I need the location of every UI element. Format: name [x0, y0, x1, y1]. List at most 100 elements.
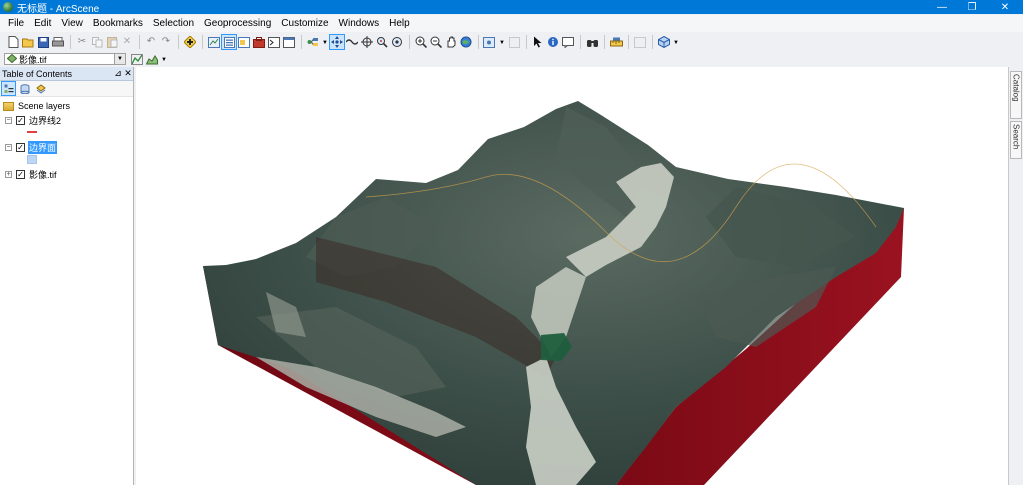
toolbar-separator: [409, 35, 410, 49]
catalog-dock-tab[interactable]: Catalog: [1010, 71, 1022, 119]
layer-selector-value: 影像.tif: [19, 54, 47, 65]
layer-selector-dropdown[interactable]: 影像.tif ▼: [4, 53, 126, 65]
find-icon[interactable]: [585, 35, 599, 49]
layer-visibility-checkbox[interactable]: ✓: [16, 115, 25, 125]
menu-selection[interactable]: Selection: [148, 15, 199, 32]
zoom-to-target-icon[interactable]: [375, 35, 389, 49]
toolbar-overflow-chevron-icon[interactable]: ▼: [322, 38, 328, 46]
auto-hide-pin-icon[interactable]: ⊿: [113, 68, 123, 79]
toolbar-separator: [604, 35, 605, 49]
layer-visibility-checkbox[interactable]: ✓: [16, 142, 25, 152]
fly-icon[interactable]: [345, 35, 359, 49]
layer-name[interactable]: 影像.tif: [28, 168, 58, 181]
table-of-contents-icon[interactable]: [221, 34, 237, 50]
search-window-icon[interactable]: [282, 35, 296, 49]
scene-view-3d[interactable]: [136, 67, 1008, 485]
new-document-icon[interactable]: [6, 35, 20, 49]
menu-customize[interactable]: Customize: [276, 15, 333, 32]
expand-icon[interactable]: +: [5, 170, 12, 178]
python-icon[interactable]: [267, 35, 281, 49]
delete-icon[interactable]: ✕: [120, 35, 134, 49]
toolbar-separator: [580, 35, 581, 49]
scene-properties-icon[interactable]: [207, 35, 221, 49]
zoom-out-icon[interactable]: [429, 35, 443, 49]
3d-effects-icon[interactable]: [657, 35, 671, 49]
menu-geoprocessing[interactable]: Geoprocessing: [199, 15, 276, 32]
model-builder-icon[interactable]: [306, 35, 320, 49]
arctoolbox-icon[interactable]: [252, 35, 266, 49]
maximize-button[interactable]: ❐: [957, 0, 987, 14]
full-extent-icon[interactable]: [459, 35, 473, 49]
list-by-drawing-order-icon[interactable]: [1, 81, 16, 96]
save-icon[interactable]: [36, 35, 50, 49]
interpolate-line-icon[interactable]: [130, 52, 144, 66]
print-icon[interactable]: [51, 35, 65, 49]
toolbar-separator: [301, 35, 302, 49]
toolbar-separator: [478, 35, 479, 49]
toc-close-icon[interactable]: ✕: [123, 68, 133, 79]
search-dock-tab[interactable]: Search: [1010, 121, 1022, 159]
catalog-window-icon[interactable]: [237, 35, 251, 49]
catalog-tab-label: Catalog: [1011, 74, 1021, 102]
collapse-icon[interactable]: −: [5, 143, 12, 151]
menu-help[interactable]: Help: [384, 15, 415, 32]
layer-name[interactable]: 边界线2: [28, 114, 62, 127]
target-center-icon[interactable]: [360, 35, 374, 49]
layer-row-image[interactable]: + ✓ 影像.tif: [5, 168, 58, 180]
menu-view[interactable]: View: [56, 15, 88, 32]
close-button[interactable]: ✕: [987, 0, 1023, 14]
html-popup-icon[interactable]: [561, 35, 575, 49]
arcscene-globe-icon: [3, 2, 13, 12]
chevron-down-icon[interactable]: ▼: [114, 54, 125, 64]
layer-visibility-checkbox[interactable]: ✓: [16, 169, 25, 179]
arcscene-window: 无标题 - ArcScene — ❐ ✕ File Edit View Book…: [0, 0, 1023, 485]
create-profile-graph-icon[interactable]: [145, 52, 159, 66]
terrain-scene-graphic: [203, 101, 904, 485]
identify-icon[interactable]: [546, 35, 560, 49]
search-tab-label: Search: [1011, 124, 1021, 150]
redo-icon[interactable]: ↷: [159, 35, 173, 49]
menu-edit[interactable]: Edit: [29, 15, 56, 32]
undo-icon[interactable]: ↶: [144, 35, 158, 49]
list-by-source-icon[interactable]: [18, 82, 31, 95]
view-position-dropdown-icon[interactable]: ▼: [499, 38, 505, 46]
collapse-icon[interactable]: −: [5, 116, 12, 124]
view-position-icon[interactable]: [483, 35, 497, 49]
pan-icon[interactable]: [444, 35, 458, 49]
toolbar-overflow-chevron-icon[interactable]: ▼: [673, 38, 679, 46]
toc-header: Table of Contents ⊿ ✕: [0, 67, 133, 81]
measure-icon[interactable]: [609, 35, 623, 49]
scene-layers-icon: [3, 101, 14, 111]
window-title: 无标题 - ArcScene: [17, 3, 100, 15]
cut-icon[interactable]: ✂: [75, 35, 89, 49]
toolbar-separator: [526, 35, 527, 49]
layer-row-boundary-polygon[interactable]: − ✓ 边界面: [5, 140, 58, 154]
toolbar-overflow-chevron-icon[interactable]: ▼: [161, 55, 167, 63]
set-observer-icon[interactable]: [390, 35, 404, 49]
menu-file[interactable]: File: [3, 15, 29, 32]
list-by-visibility-icon[interactable]: [34, 82, 47, 95]
stereo-view-icon[interactable]: [507, 35, 521, 49]
table-of-contents-panel: Table of Contents ⊿ ✕ Scene layers − ✓ 边…: [0, 67, 134, 485]
animation-icon[interactable]: [633, 35, 647, 49]
scene-layers-label: Scene layers: [18, 101, 71, 111]
menu-windows[interactable]: Windows: [334, 15, 385, 32]
paste-icon[interactable]: [105, 35, 119, 49]
standard-toolbar: ✂ ✕ ↶ ↷ ▼ ▼ ▼: [0, 33, 1023, 51]
scene-layers-root[interactable]: Scene layers: [0, 100, 71, 112]
menu-bookmarks[interactable]: Bookmarks: [88, 15, 148, 32]
line-symbol-legend[interactable]: [27, 131, 37, 133]
fill-symbol-legend[interactable]: [27, 155, 37, 164]
add-data-icon[interactable]: [183, 35, 197, 49]
menu-bar: File Edit View Bookmarks Selection Geopr…: [0, 15, 1023, 32]
toc-view-tabs: [0, 81, 133, 97]
layer-row-boundary-line[interactable]: − ✓ 边界线2: [5, 114, 62, 126]
minimize-button[interactable]: —: [927, 0, 957, 14]
layer-name[interactable]: 边界面: [28, 140, 58, 154]
select-features-icon[interactable]: [531, 35, 545, 49]
copy-icon[interactable]: [90, 35, 104, 49]
navigate-icon[interactable]: [329, 34, 345, 50]
right-dock: Catalog Search: [1008, 67, 1023, 485]
open-icon[interactable]: [21, 35, 35, 49]
zoom-in-icon[interactable]: [414, 35, 428, 49]
